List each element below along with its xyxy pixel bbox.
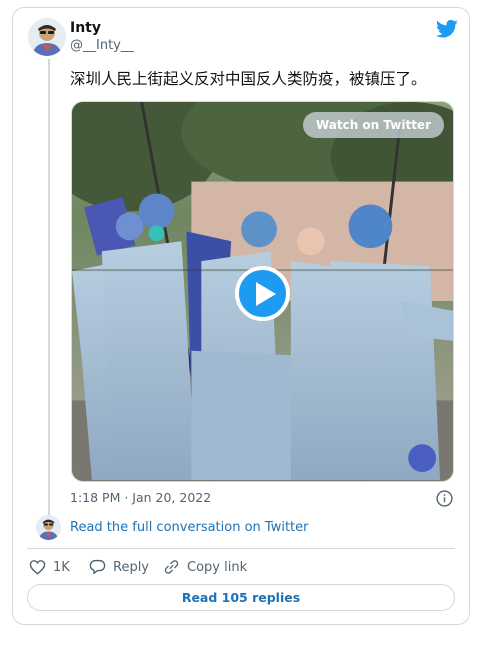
reply-label: Reply — [113, 559, 150, 575]
thread-line — [48, 59, 50, 516]
tweet-timestamp[interactable]: 1:18 PM · Jan 20, 2022 — [70, 490, 211, 505]
watch-on-twitter-button[interactable]: Watch on Twitter — [302, 112, 444, 138]
video-player[interactable]: Watch on Twitter — [71, 101, 454, 482]
read-full-conversation-link[interactable]: Read the full conversation on Twitter — [70, 520, 308, 535]
play-icon — [256, 282, 276, 306]
author-handle[interactable]: @__Inty__ — [70, 38, 134, 53]
copy-link-label: Copy link — [187, 559, 248, 575]
tweet-text: 深圳人民上街起义反对中国反人类防疫，被镇压了。 — [70, 70, 427, 88]
user-avatar-icon[interactable] — [28, 18, 66, 56]
play-button[interactable] — [235, 266, 290, 321]
author-display-name[interactable]: Inty — [70, 20, 101, 36]
copy-link-button[interactable]: Copy link — [163, 557, 247, 577]
divider — [27, 548, 455, 549]
link-icon — [164, 560, 179, 574]
like-button[interactable]: 1K — [29, 557, 70, 577]
twitter-bird-icon[interactable] — [436, 19, 458, 39]
heart-icon — [29, 560, 46, 575]
info-icon[interactable] — [436, 490, 453, 507]
read-replies-button[interactable]: Read 105 replies — [27, 584, 455, 611]
reply-icon — [89, 559, 106, 575]
user-avatar-icon-small[interactable] — [36, 515, 61, 540]
reply-button[interactable]: Reply — [89, 557, 149, 577]
like-count: 1K — [53, 559, 70, 575]
tweet-actions: 1K Reply Copy link — [27, 557, 447, 577]
